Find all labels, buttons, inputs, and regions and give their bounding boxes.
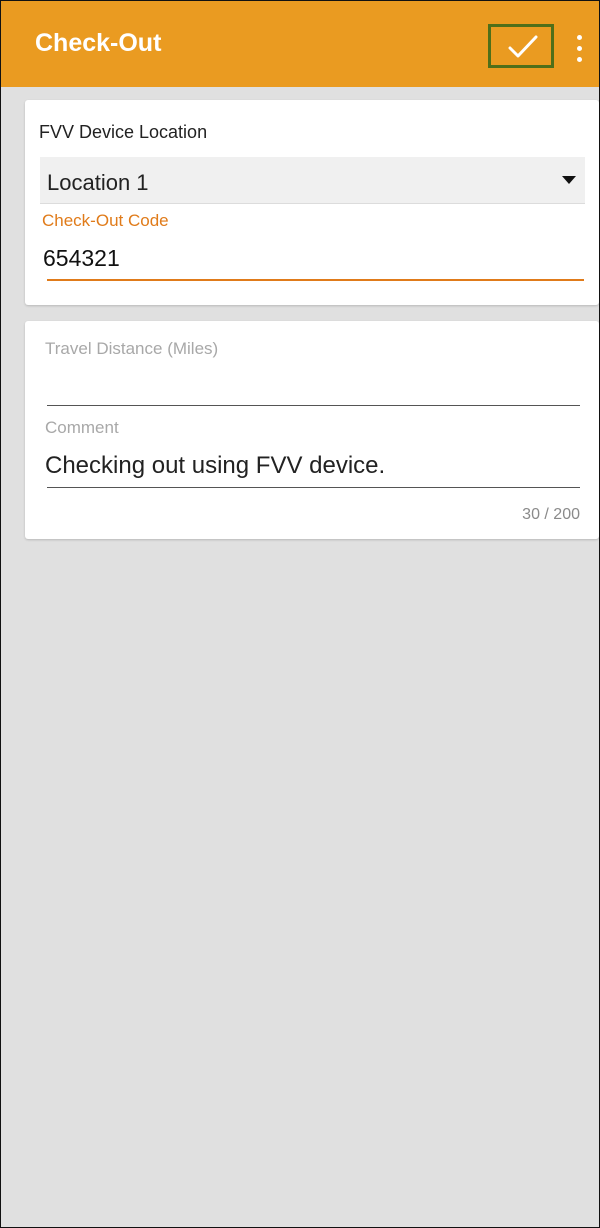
checkout-code-underline bbox=[47, 279, 584, 281]
app-bar: Check-Out bbox=[1, 1, 599, 87]
more-vertical-icon bbox=[577, 57, 582, 62]
checkout-code-label: Check-Out Code bbox=[42, 211, 169, 230]
more-vertical-icon bbox=[577, 35, 582, 40]
device-card: FVV Device Location Location 1 Check-Out… bbox=[25, 100, 599, 305]
location-selected-value: Location 1 bbox=[47, 170, 149, 195]
more-options-button[interactable] bbox=[573, 35, 585, 65]
travel-distance-label: Travel Distance (Miles) bbox=[45, 339, 219, 358]
confirm-button[interactable] bbox=[488, 24, 554, 68]
comment-label: Comment bbox=[45, 418, 119, 437]
comment-input[interactable]: Checking out using FVV device. bbox=[45, 452, 385, 480]
travel-distance-underline bbox=[47, 405, 580, 406]
more-vertical-icon bbox=[577, 46, 582, 51]
comment-underline bbox=[47, 487, 580, 488]
travel-distance-input[interactable] bbox=[45, 372, 580, 406]
checkmark-icon bbox=[508, 35, 538, 58]
page-title: Check-Out bbox=[35, 29, 162, 57]
details-card: Travel Distance (Miles) Comment Checking… bbox=[25, 321, 599, 539]
location-label: FVV Device Location bbox=[39, 122, 208, 142]
comment-char-counter: 30 / 200 bbox=[522, 506, 580, 523]
dropdown-arrow-icon bbox=[562, 176, 576, 184]
location-dropdown[interactable]: Location 1 bbox=[40, 157, 585, 204]
screen: Check-Out FVV Device Location Location 1… bbox=[0, 0, 600, 1228]
checkout-code-input[interactable]: 654321 bbox=[43, 245, 120, 272]
